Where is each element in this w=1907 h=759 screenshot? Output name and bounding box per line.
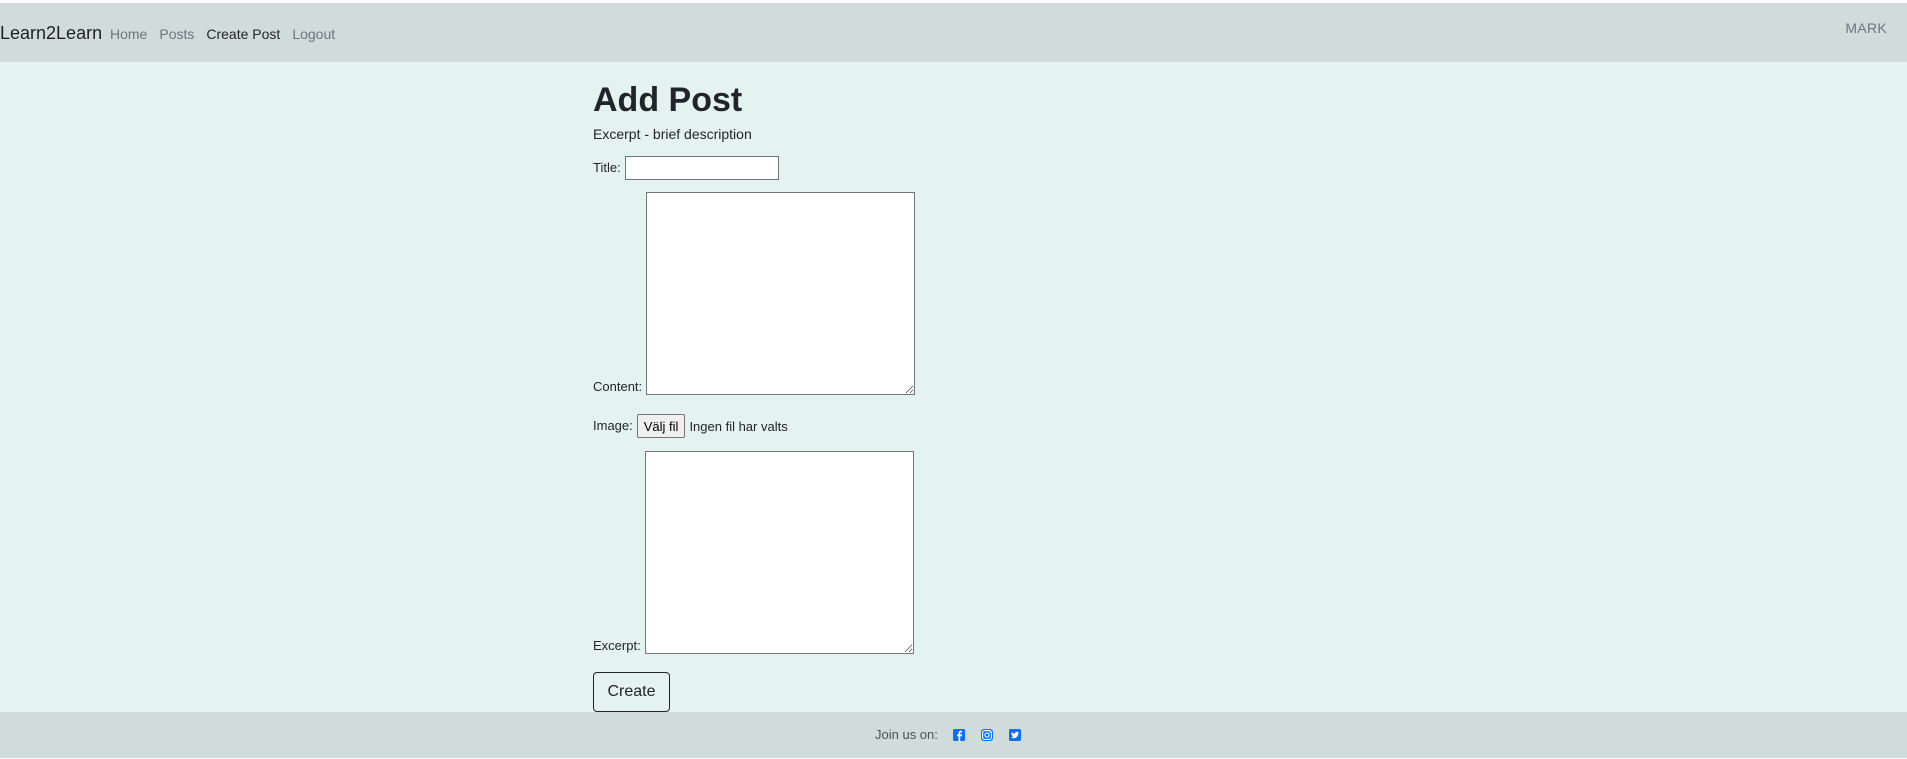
image-row: Image: Välj fil Ingen fil har valts [593, 414, 788, 438]
footer-text: Join us on: [875, 727, 938, 742]
excerpt-row: Excerpt: [593, 451, 914, 654]
title-label: Title: [593, 160, 621, 175]
page-title: Add Post [593, 81, 743, 119]
content-textarea[interactable] [646, 192, 916, 395]
facebook-icon[interactable] [952, 728, 966, 742]
nav-link-create-post[interactable]: Create Post [206, 25, 280, 43]
page: Learn2Learn Home Posts Create Post Logou… [0, 0, 1907, 759]
nav-link-posts[interactable]: Posts [159, 25, 194, 43]
excerpt-textarea[interactable] [644, 451, 914, 654]
nav-links: Home Posts Create Post Logout [110, 25, 347, 43]
title-input[interactable] [624, 156, 779, 180]
twitter-icon[interactable] [1008, 728, 1022, 742]
brand-link[interactable]: Learn2Learn [0, 22, 102, 44]
create-button[interactable]: Create [593, 672, 670, 712]
image-label: Image: [593, 418, 633, 433]
page-subtitle: Excerpt - brief description [593, 126, 752, 142]
instagram-icon[interactable] [980, 728, 994, 742]
choose-file-button[interactable]: Välj fil [636, 414, 686, 438]
footer-social: Join us on: [875, 727, 1036, 743]
file-status: Ingen fil har valts [689, 418, 788, 434]
user-name[interactable]: MARK [1845, 20, 1887, 36]
footer: Join us on: [0, 712, 1907, 758]
main-content: Add Post Excerpt - brief description Tit… [0, 62, 1907, 712]
nav-link-home[interactable]: Home [110, 25, 147, 43]
navbar: Learn2Learn Home Posts Create Post Logou… [0, 3, 1907, 62]
nav-link-logout[interactable]: Logout [292, 25, 335, 43]
excerpt-label: Excerpt: [593, 638, 641, 653]
title-row: Title: [593, 156, 779, 180]
content-row: Content: [593, 192, 916, 395]
content-label: Content: [593, 379, 643, 394]
